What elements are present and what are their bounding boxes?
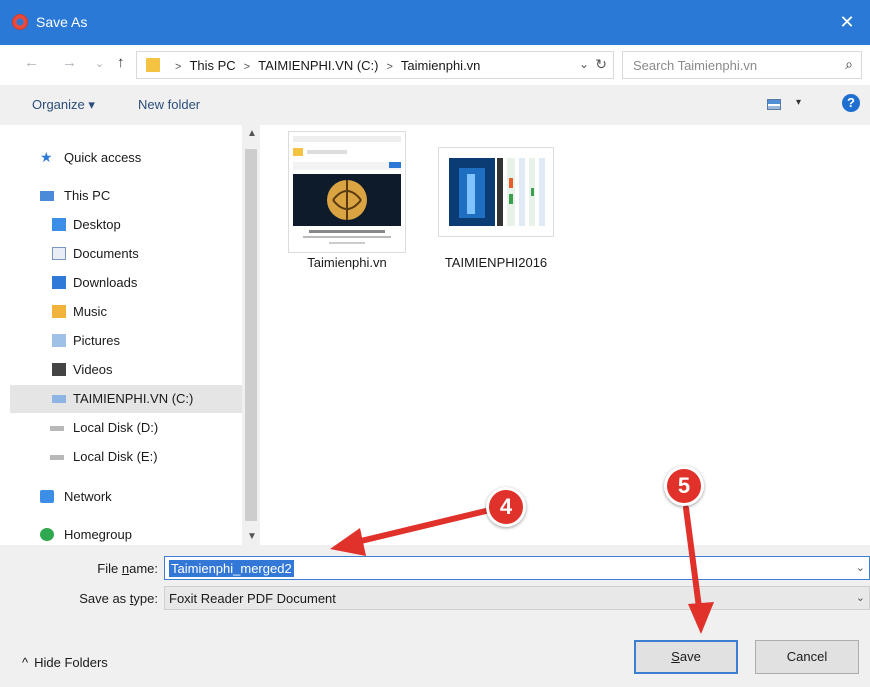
organize-button[interactable]: Organize ▾ bbox=[32, 97, 95, 113]
file-label: Taimienphi.vn bbox=[307, 255, 387, 270]
hide-folders-label: Hide Folders bbox=[34, 655, 108, 670]
sidebar-item-label: Documents bbox=[73, 246, 139, 261]
sidebar-item-label: Local Disk (D:) bbox=[73, 420, 159, 435]
sidebar-item-this-pc[interactable]: This PC bbox=[10, 182, 242, 210]
file-thumbnail bbox=[449, 158, 545, 226]
folder-icon bbox=[146, 58, 160, 72]
save-as-type-label: Save as type: bbox=[79, 591, 158, 606]
sidebar-item-desktop[interactable]: Desktop bbox=[10, 211, 242, 239]
sidebar-item-label: Local Disk (E:) bbox=[73, 449, 158, 464]
hide-folders-button[interactable]: ^ Hide Folders bbox=[22, 655, 108, 670]
breadcrumb: > This PC > TAIMIENPHI.VN (C:) > Taimienphi.v… bbox=[175, 58, 481, 73]
navigation-bar: ← → ⌄ ↑ > This PC > TAIMIENPHI.VN (C:) > Taim… bbox=[0, 45, 870, 85]
sidebar-item-music[interactable]: Music bbox=[10, 298, 242, 326]
computer-icon bbox=[40, 191, 54, 201]
window-title: Save As bbox=[36, 14, 88, 30]
breadcrumb-folder[interactable]: Taimienphi.vn bbox=[401, 58, 481, 73]
sidebar-item-local-disk-e[interactable]: Local Disk (E:) bbox=[10, 443, 242, 471]
navigation-pane: ★ Quick access This PC Desktop Documents… bbox=[10, 125, 242, 545]
save-as-type-select[interactable]: Foxit Reader PDF Document ⌄ bbox=[164, 586, 870, 610]
app-icon bbox=[12, 14, 28, 30]
sidebar-scrollbar[interactable]: ▲ ▼ bbox=[242, 125, 260, 545]
file-name-value[interactable]: Taimienphi_merged2 bbox=[169, 560, 294, 577]
file-name-label: File name: bbox=[97, 561, 158, 576]
search-input[interactable]: Search Taimienphi.vn ⌕ bbox=[622, 51, 862, 79]
sidebar-item-drive-c[interactable]: TAIMIENPHI.VN (C:) bbox=[10, 385, 242, 413]
scrollbar-thumb[interactable] bbox=[245, 149, 257, 521]
scroll-down-icon[interactable]: ▼ bbox=[247, 531, 257, 542]
sidebar-item-homegroup[interactable]: Homegroup bbox=[10, 521, 242, 545]
up-arrow-icon[interactable]: ↑ bbox=[117, 54, 125, 71]
recent-locations-icon[interactable]: ⌄ bbox=[95, 57, 104, 70]
sidebar-item-label: Homegroup bbox=[64, 527, 132, 542]
view-icon[interactable] bbox=[767, 99, 781, 110]
close-icon[interactable]: ✕ bbox=[824, 0, 870, 45]
sidebar-item-label: Music bbox=[73, 304, 107, 319]
sidebar-item-documents[interactable]: Documents bbox=[10, 240, 242, 268]
sidebar-item-label: Network bbox=[64, 489, 112, 504]
breadcrumb-drive-c[interactable]: TAIMIENPHI.VN (C:) bbox=[258, 58, 378, 73]
forward-arrow-icon[interactable]: → bbox=[62, 54, 77, 71]
sidebar-item-label: Desktop bbox=[73, 217, 121, 232]
downloads-folder-icon bbox=[52, 276, 66, 289]
view-dropdown-icon[interactable]: ▾ bbox=[796, 97, 801, 108]
file-thumbnail bbox=[293, 136, 401, 244]
chevron-down-icon[interactable]: ⌄ bbox=[579, 57, 589, 71]
file-item-taimienphi[interactable] bbox=[288, 131, 406, 253]
sidebar-item-network[interactable]: Network bbox=[10, 483, 242, 511]
cancel-button[interactable]: Cancel bbox=[755, 640, 859, 674]
sidebar-item-label: TAIMIENPHI.VN (C:) bbox=[73, 391, 194, 406]
sidebar-item-label: This PC bbox=[64, 188, 111, 203]
refresh-icon[interactable]: ↻ bbox=[595, 56, 607, 73]
pictures-folder-icon bbox=[52, 334, 66, 347]
scroll-up-icon[interactable]: ▲ bbox=[247, 128, 257, 139]
address-bar[interactable]: > This PC > TAIMIENPHI.VN (C:) > Taimienphi.v… bbox=[136, 51, 614, 79]
command-bar: Organize ▾ New folder ▾ bbox=[0, 85, 870, 125]
sidebar-item-label: Pictures bbox=[73, 333, 120, 348]
file-name-input[interactable]: Taimienphi_merged2 ⌄ bbox=[164, 556, 870, 580]
search-placeholder: Search Taimienphi.vn bbox=[633, 58, 758, 73]
homegroup-icon bbox=[40, 528, 54, 541]
file-view: Taimienphi.vn TAIMIENPHI2016 bbox=[262, 125, 870, 545]
sidebar-item-quick-access[interactable]: ★ Quick access bbox=[10, 144, 242, 172]
sidebar-item-videos[interactable]: Videos bbox=[10, 356, 242, 384]
drive-c-icon bbox=[52, 395, 66, 403]
file-label: TAIMIENPHI2016 bbox=[444, 255, 548, 270]
sidebar-item-local-disk-d[interactable]: Local Disk (D:) bbox=[10, 414, 242, 442]
desktop-folder-icon bbox=[52, 218, 66, 231]
sidebar-item-label: Videos bbox=[73, 362, 113, 377]
sidebar-item-label: Downloads bbox=[73, 275, 138, 290]
star-icon: ★ bbox=[40, 149, 53, 165]
network-icon bbox=[40, 490, 54, 503]
save-as-type-value: Foxit Reader PDF Document bbox=[169, 591, 336, 606]
breadcrumb-this-pc[interactable]: This PC bbox=[189, 58, 235, 73]
music-folder-icon bbox=[52, 305, 66, 318]
back-arrow-icon[interactable]: ← bbox=[24, 54, 39, 71]
chevron-down-icon[interactable]: ⌄ bbox=[856, 561, 865, 574]
chevron-up-icon: ^ bbox=[22, 655, 29, 670]
sidebar-item-label: Quick access bbox=[64, 150, 142, 165]
help-icon[interactable]: ? bbox=[842, 94, 860, 112]
annotation-badge-5: 5 bbox=[664, 466, 704, 506]
title-bar: Save As ✕ bbox=[0, 0, 870, 45]
search-icon[interactable]: ⌕ bbox=[845, 56, 853, 73]
sidebar-item-pictures[interactable]: Pictures bbox=[10, 327, 242, 355]
annotation-badge-4: 4 bbox=[486, 487, 526, 527]
chevron-down-icon[interactable]: ⌄ bbox=[856, 591, 865, 604]
documents-folder-icon bbox=[52, 247, 66, 260]
sidebar-item-downloads[interactable]: Downloads bbox=[10, 269, 242, 297]
save-button[interactable]: Save bbox=[634, 640, 738, 674]
disk-icon bbox=[50, 455, 64, 460]
videos-folder-icon bbox=[52, 363, 66, 376]
new-folder-button[interactable]: New folder bbox=[138, 97, 200, 112]
file-item-taimienphi2016[interactable] bbox=[438, 147, 554, 237]
disk-icon bbox=[50, 426, 64, 431]
